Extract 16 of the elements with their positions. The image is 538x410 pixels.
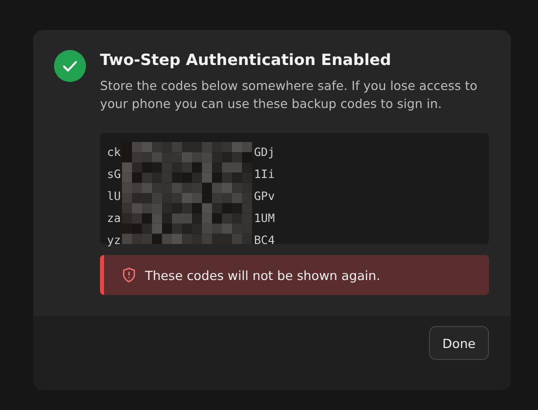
done-button[interactable]: Done: [429, 326, 489, 360]
code-text: za: [107, 211, 122, 225]
shield-alert-icon: [121, 267, 137, 283]
code-text: BC4: [254, 233, 275, 247]
dialog-description: Store the codes below somewhere safe. If you lose access to your phone you can use these backup codes to sign in.: [100, 77, 478, 113]
code-text: lU: [107, 189, 122, 203]
check-icon: [54, 50, 86, 82]
code-text: 1Ii: [254, 167, 275, 181]
code-text: yz: [107, 233, 122, 247]
code-text: GPv: [254, 189, 275, 203]
warning-text: These codes will not be shown again.: [145, 268, 380, 282]
code-text: ck: [107, 145, 122, 159]
code-text: sG: [107, 167, 122, 181]
code-text: 1UM: [254, 211, 275, 225]
dialog-title: Two-Step Authentication Enabled: [100, 51, 392, 69]
code-text: GDj: [254, 145, 275, 159]
